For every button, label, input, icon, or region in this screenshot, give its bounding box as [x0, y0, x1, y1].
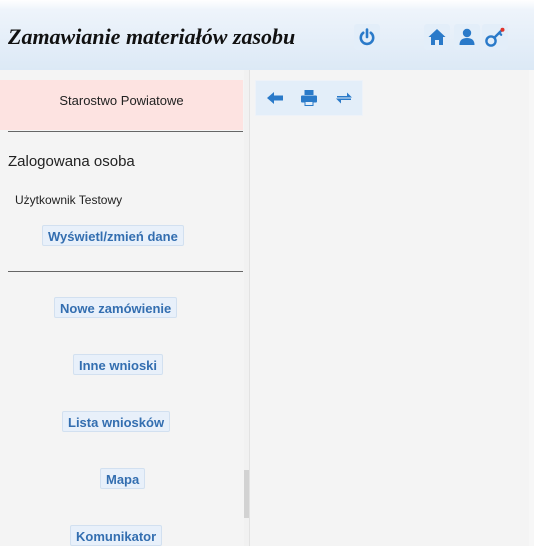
refresh-icon — [336, 92, 352, 104]
logged-user-heading: Zalogowana osoba — [8, 153, 135, 170]
refresh-button[interactable] — [331, 85, 357, 111]
print-button[interactable] — [296, 85, 322, 111]
home-icon — [428, 29, 446, 45]
other-requests-button[interactable]: Inne wnioski — [73, 354, 164, 375]
content-area — [249, 70, 530, 546]
back-button[interactable] — [262, 85, 288, 111]
user-icon — [459, 28, 475, 45]
change-password-button[interactable] — [482, 24, 508, 50]
divider — [8, 271, 243, 272]
power-icon — [359, 28, 375, 46]
divider — [8, 131, 243, 132]
request-list-button[interactable]: Lista wniosków — [62, 411, 171, 432]
organization-name: Starostwo Powiatowe — [59, 93, 184, 108]
edit-user-data-button[interactable]: Wyświetl/zmień dane — [42, 225, 184, 246]
new-order-button[interactable]: Nowe zamówienie — [54, 297, 178, 318]
user-button[interactable] — [454, 24, 480, 50]
page-title: Zamawianie materiałów zasobu — [8, 24, 296, 49]
content-scrollbar[interactable] — [529, 70, 534, 546]
logout-button[interactable] — [354, 24, 380, 50]
messenger-button[interactable]: Komunikator — [70, 525, 163, 546]
map-button[interactable]: Mapa — [100, 468, 146, 489]
logged-user-name: Użytkownik Testowy — [15, 193, 123, 207]
key-icon — [485, 27, 505, 47]
back-arrow-icon — [267, 92, 283, 104]
home-button[interactable] — [424, 24, 450, 50]
print-icon — [301, 90, 317, 106]
